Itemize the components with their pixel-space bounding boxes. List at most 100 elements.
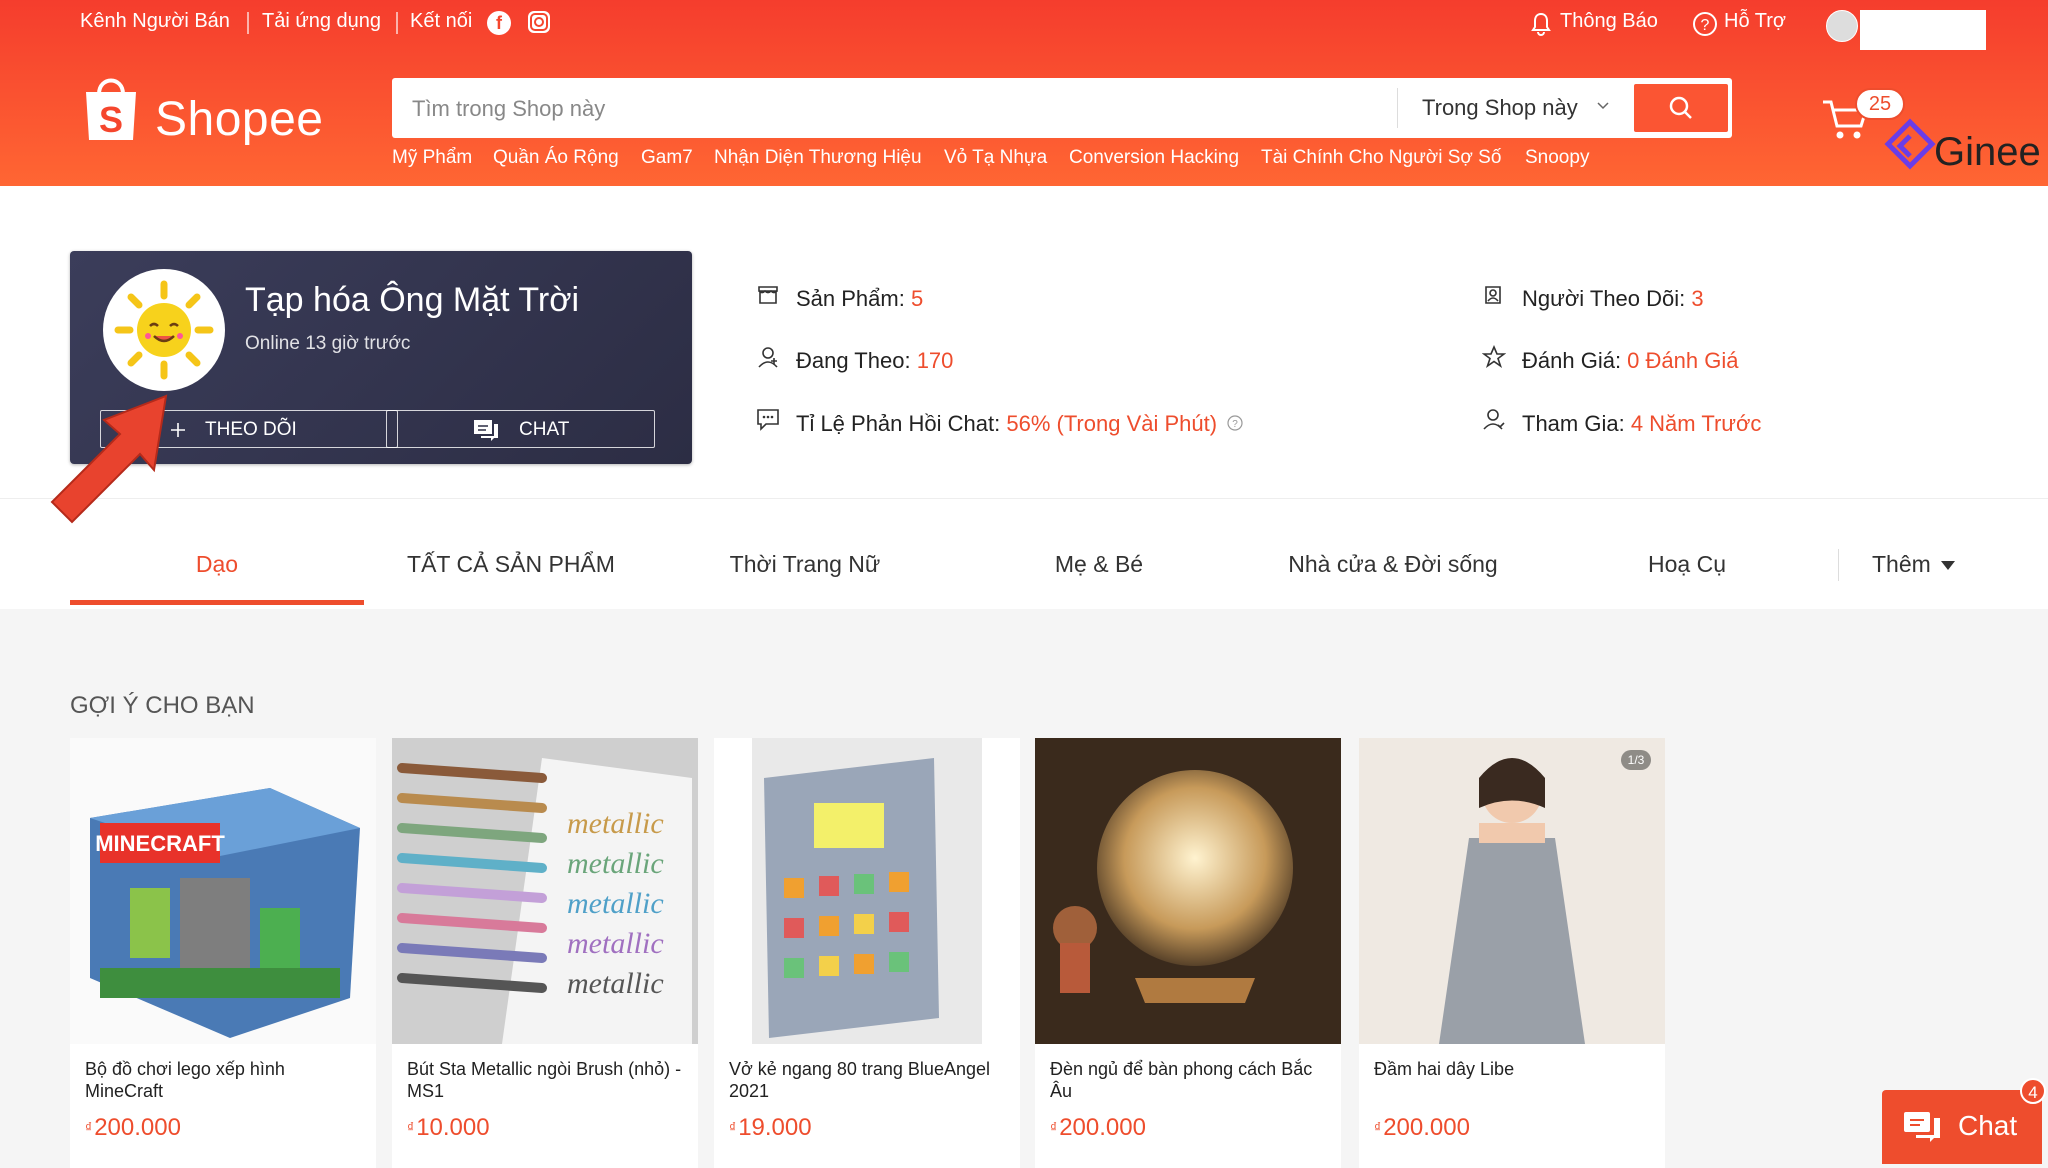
divider <box>1838 549 1839 581</box>
divider <box>1397 88 1398 128</box>
svg-text:metallic: metallic <box>567 967 664 1000</box>
stat-products: Sản Phẩm: 5 <box>796 286 924 311</box>
tab-womens-fashion[interactable]: Thời Trang Nữ <box>658 551 952 578</box>
help-icon[interactable]: ? <box>1692 11 1718 37</box>
instagram-icon[interactable] <box>528 11 550 33</box>
stat-following: Đang Theo: 170 <box>796 348 954 373</box>
hotword-link[interactable]: Mỹ Phẩm <box>392 147 472 169</box>
username-redacted[interactable] <box>1860 10 1986 50</box>
shop-avatar[interactable] <box>103 269 225 391</box>
shop-name: Tạp hóa Ông Mặt Trời <box>245 281 580 319</box>
product-card[interactable]: Đèn ngủ để bàn phong cách Bắc Âu ₫200.00… <box>1035 738 1341 1168</box>
shop-tabs: Dạo TẤT CẢ SẢN PHẨM Thời Trang Nữ Mẹ & B… <box>0 498 2048 609</box>
rating-value: 0 Đánh Giá <box>1627 348 1739 373</box>
plus-icon <box>171 423 185 437</box>
product-name[interactable]: Vở kẻ ngang 80 trang BlueAngel 2021 <box>729 1058 1009 1102</box>
followers-count: 3 <box>1691 286 1704 311</box>
svg-text:metallic: metallic <box>567 847 664 880</box>
product-image[interactable]: metallic metallic metallic metallic meta… <box>392 738 698 1044</box>
active-tab-underline <box>70 600 364 605</box>
shop-online-status: Online 13 giờ trước <box>245 333 411 354</box>
tab-mom-baby[interactable]: Mẹ & Bé <box>952 551 1246 578</box>
product-name[interactable]: Bút Sta Metallic ngòi Brush (nhỏ) - MS1 <box>407 1058 687 1102</box>
product-price: ₫19.000 <box>729 1114 812 1141</box>
chat-label: CHAT <box>519 419 570 440</box>
divider <box>396 12 398 34</box>
hotword-link[interactable]: Tài Chính Cho Người Sợ Số <box>1261 147 1501 169</box>
product-price: ₫200.000 <box>1374 1114 1470 1141</box>
shop-info-section: Tạp hóa Ông Mặt Trời Online 13 giờ trước… <box>0 186 2048 498</box>
products-count: 5 <box>910 286 924 311</box>
svg-text:metallic: metallic <box>567 927 664 960</box>
hotword-link[interactable]: Quần Áo Rộng <box>493 147 619 169</box>
stat-response-rate: Tỉ Lệ Phản Hồi Chat: 56% (Trong Vài Phút… <box>796 411 1218 436</box>
product-card[interactable]: Vở kẻ ngang 80 trang BlueAngel 2021 ₫19.… <box>714 738 1020 1168</box>
info-icon[interactable]: ? <box>1227 415 1243 431</box>
connect-label: Kết nối <box>410 10 473 32</box>
hotword-link[interactable]: Conversion Hacking <box>1069 147 1239 169</box>
product-price: ₫10.000 <box>407 1114 490 1141</box>
facebook-icon[interactable]: f <box>487 11 511 35</box>
star-icon <box>1482 345 1506 369</box>
chat-unread-badge: 4 <box>2020 1078 2046 1104</box>
product-image[interactable] <box>714 738 1020 1044</box>
chat-icon <box>1904 1112 1940 1142</box>
product-card[interactable]: 1/3 Đầm hai dây Libe ₫200.000 <box>1359 738 1665 1168</box>
hotword-link[interactable]: Gam7 <box>641 147 693 169</box>
product-price: ₫200.000 <box>1050 1114 1146 1141</box>
product-price: ₫200.000 <box>85 1114 181 1141</box>
annotation-arrow-icon <box>50 394 168 524</box>
stat-rating: Đánh Giá: 0 Đánh Giá <box>1522 348 1739 373</box>
svg-text:MINECRAFT: MINECRAFT <box>95 831 225 856</box>
user-avatar[interactable] <box>1826 10 1858 42</box>
chat-widget-label: Chat <box>1958 1110 2018 1141</box>
chat-bubble-icon <box>757 409 779 431</box>
user-icon <box>758 347 778 368</box>
hotword-link[interactable]: Snoopy <box>1525 147 1589 169</box>
chat-button[interactable]: CHAT <box>386 410 655 448</box>
search-input[interactable] <box>402 78 1414 140</box>
svg-text:?: ? <box>1232 419 1238 430</box>
stat-joined: Tham Gia: 4 Năm Trước <box>1522 411 1762 436</box>
hotword-link[interactable]: Vỏ Tạ Nhựa <box>944 147 1047 169</box>
product-name[interactable]: Đèn ngủ để bàn phong cách Bắc Âu <box>1050 1058 1330 1102</box>
section-title: GỢI Ý CHO BẠN <box>70 692 255 719</box>
tab-more[interactable]: Thêm <box>1872 551 1956 578</box>
chat-widget-button[interactable]: Chat <box>1882 1090 2042 1164</box>
notifications-link[interactable]: Thông Báo <box>1560 10 1658 33</box>
download-app-link[interactable]: Tải ứng dụng <box>262 10 381 33</box>
product-image[interactable]: MINECRAFT <box>70 738 376 1044</box>
store-icon <box>758 286 778 304</box>
caret-down-icon <box>1941 560 1956 570</box>
following-count: 170 <box>916 348 954 373</box>
search-button[interactable] <box>1634 84 1728 132</box>
shopee-logo-text[interactable]: Shopee <box>155 92 324 147</box>
tab-home-living[interactable]: Nhà cửa & Đời sống <box>1246 551 1540 578</box>
tab-dao[interactable]: Dạo <box>70 551 364 578</box>
joined-value: 4 Năm Trước <box>1630 411 1762 436</box>
product-name[interactable]: Đầm hai dây Libe <box>1374 1058 1654 1080</box>
search-bar: Trong Shop này <box>392 78 1732 140</box>
shopee-logo-icon[interactable]: S <box>80 72 142 144</box>
follow-label: THEO DÕI <box>205 419 297 440</box>
search-scope-select[interactable]: Trong Shop này <box>1422 78 1578 138</box>
image-count-badge: 1/3 <box>1621 750 1651 770</box>
svg-text:metallic: metallic <box>567 887 664 920</box>
svg-text:?: ? <box>1701 17 1710 34</box>
cart-count-badge: 25 <box>1855 88 1905 120</box>
tab-all-products[interactable]: TẤT CẢ SẢN PHẨM <box>364 551 658 578</box>
tab-art-supplies[interactable]: Hoạ Cụ <box>1540 551 1834 578</box>
search-icon <box>1669 96 1692 119</box>
help-link[interactable]: Hỗ Trợ <box>1724 10 1786 33</box>
product-image[interactable] <box>1035 738 1341 1044</box>
sun-avatar-icon <box>114 280 214 380</box>
product-name[interactable]: Bộ đồ chơi lego xếp hình MineCraft <box>85 1058 365 1102</box>
hotword-link[interactable]: Nhận Diện Thương Hiệu <box>714 147 922 169</box>
bell-icon[interactable] <box>1528 11 1554 37</box>
product-card[interactable]: MINECRAFT Bộ đồ chơi lego xếp hình MineC… <box>70 738 376 1168</box>
product-card[interactable]: metallic metallic metallic metallic meta… <box>392 738 698 1168</box>
seller-channel-link[interactable]: Kênh Người Bán <box>80 10 230 33</box>
followers-icon <box>1485 286 1501 304</box>
chevron-down-icon[interactable] <box>1597 100 1609 112</box>
product-image[interactable] <box>1359 738 1665 1044</box>
